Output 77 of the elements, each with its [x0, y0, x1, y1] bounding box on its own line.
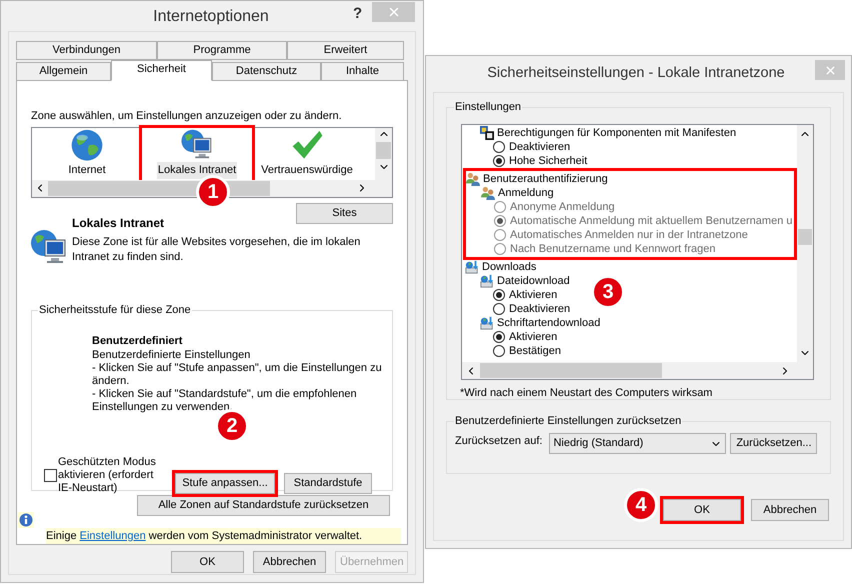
reset-label: Zurücksetzen auf:: [455, 434, 542, 449]
level-description: - Klicken Sie auf "Stufe anpassen", um die Einstellungen zu ändern.: [92, 362, 382, 388]
option-label: Hohe Sicherheit: [509, 154, 588, 169]
tab[interactable]: Allgemein: [16, 62, 111, 80]
zone-item[interactable]: Internet: [32, 128, 142, 180]
checkbox[interactable]: [44, 468, 57, 482]
horizontal-scrollbar[interactable]: [32, 180, 392, 196]
tab[interactable]: Inhalte: [321, 62, 404, 80]
radio-button[interactable]: [493, 289, 505, 301]
radio-button[interactable]: [493, 345, 505, 357]
users-icon: [466, 172, 480, 186]
zone-description: Diese Zone ist für alle Websites vorgesehen, die im lokalen Intranet zu finden sind.: [72, 234, 362, 264]
category-label: Dateidownload: [497, 274, 570, 289]
group-legend: Benutzerdefinierte Einstellungen zurücksetzen: [454, 414, 682, 428]
dialog-button[interactable]: Abbrechen: [751, 499, 829, 521]
zone-label: Lokales Intranet: [156, 162, 238, 178]
tab[interactable]: Erweitert: [287, 41, 404, 60]
dialog-button[interactable]: OK: [663, 499, 741, 521]
horizontal-scrollbar[interactable]: [462, 362, 813, 379]
level-dropdown[interactable]: Niedrig (Standard): [549, 433, 726, 454]
level-description: Benutzerdefinierte Einstellungen: [92, 348, 252, 362]
sites-button[interactable]: Sites: [296, 202, 393, 224]
zone-label: Internet: [67, 163, 107, 178]
reset-button[interactable]: Zurücksetzen...: [730, 433, 818, 454]
zone-label: Vertrauenswürdige: [260, 163, 354, 178]
globe-icon: [69, 128, 105, 162]
group-legend: Sicherheitsstufe für diese Zone: [38, 302, 192, 316]
level-title: Benutzerdefiniert: [92, 334, 184, 348]
category-label: Anmeldung: [498, 186, 554, 201]
footnote: *Wird nach einem Neustart des Computers wirksam: [460, 386, 714, 401]
close-icon: [824, 64, 836, 76]
option-label: Nach Benutzername und Kennwort fragen: [510, 242, 716, 257]
zone-item[interactable]: Vertrauenswürdige: [252, 128, 362, 180]
radio-button[interactable]: [493, 303, 505, 315]
group-legend: Einstellungen: [454, 100, 522, 114]
zone-title: Lokales Intranet: [72, 214, 166, 232]
settings-link[interactable]: Einstellungen: [80, 530, 146, 542]
radio-button[interactable]: [493, 331, 505, 343]
option-label: Deaktivieren: [509, 302, 570, 317]
dialog-button[interactable]: OK: [171, 551, 244, 573]
radio-button[interactable]: [493, 155, 505, 167]
info-icon: [19, 512, 33, 526]
scroll-thumb[interactable]: [376, 142, 391, 158]
vertical-scrollbar[interactable]: [375, 128, 392, 180]
users-icon: [481, 186, 495, 200]
checkbox-label: Geschützten Modus aktivieren (erfordert IE-Neustart): [58, 456, 157, 494]
reset-all-button[interactable]: Alle Zonen auf Standardstufe zurücksetzen: [137, 494, 390, 516]
option-label: Aktivieren: [509, 330, 558, 345]
option-label: Anonyme Anmeldung: [510, 200, 615, 215]
category-label: Berechtigungen für Komponenten mit Manifesten: [497, 126, 736, 141]
radio-button[interactable]: [493, 141, 505, 153]
vertical-scrollbar[interactable]: [797, 125, 813, 362]
zone-prompt: Zone auswählen, um Einstellungen anzuzeigen oder zu ändern.: [31, 109, 343, 124]
download-icon: [480, 274, 494, 288]
dialog-button[interactable]: Abbrechen: [253, 551, 326, 573]
category-label: Benutzerauthentifizierung: [483, 172, 608, 187]
option-label: Bestätigen: [509, 344, 561, 359]
components-icon: [480, 126, 494, 140]
scroll-thumb[interactable]: [798, 229, 812, 245]
window-title: Internetoptionen: [152, 7, 270, 27]
option-label: Automatisches Anmelden nur in der Intranetzone: [510, 228, 748, 243]
tab[interactable]: Sicherheit: [111, 60, 212, 81]
option-label: Deaktivieren: [509, 140, 570, 155]
category-label: Schriftartendownload: [497, 316, 600, 331]
download-icon: [465, 260, 479, 274]
tab[interactable]: Datenschutz: [212, 62, 321, 80]
tab[interactable]: Verbindungen: [16, 41, 157, 60]
option-label: Automatische Anmeldung mit aktuellem Benutzernamen u: [510, 214, 792, 229]
tab[interactable]: Programme: [157, 41, 287, 60]
category-label: Downloads: [482, 260, 536, 275]
admin-notice: Einige Einstellungen werden vom Systemadministrator verwaltet.: [46, 528, 401, 544]
scroll-thumb[interactable]: [480, 363, 662, 378]
option-label: Aktivieren: [509, 288, 558, 303]
window-title: Sicherheitseinstellungen - Lokale Intranetzone: [486, 64, 786, 84]
download-icon: [480, 316, 494, 330]
level-button[interactable]: Standardstufe: [284, 472, 372, 494]
help-button[interactable]: ?: [353, 3, 362, 26]
